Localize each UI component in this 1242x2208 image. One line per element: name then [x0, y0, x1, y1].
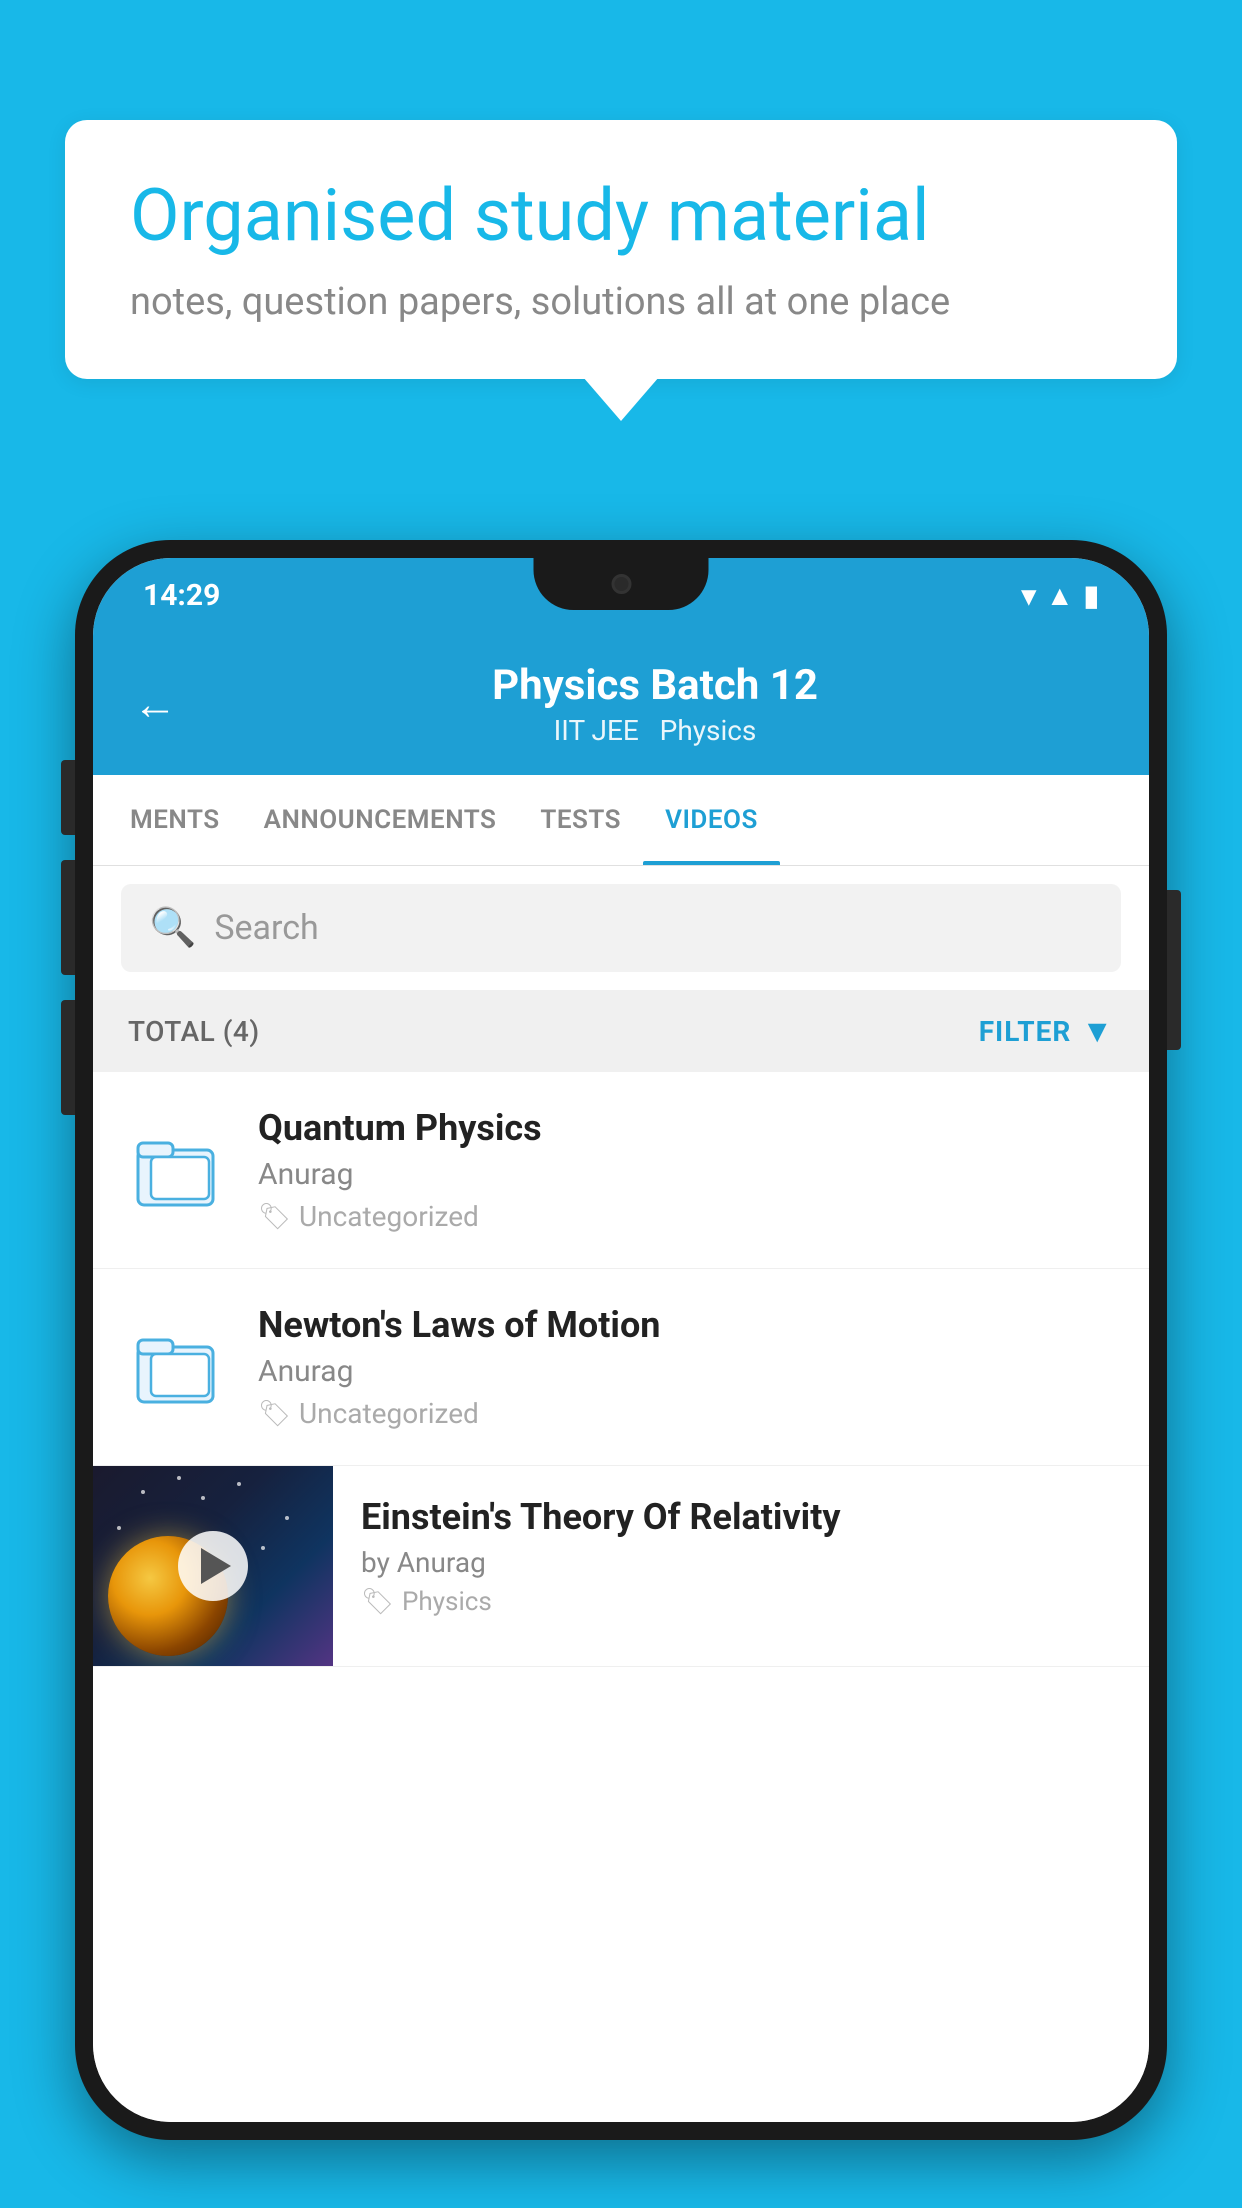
battery-icon: ▮: [1084, 579, 1099, 612]
list-area: Quantum Physics Anurag 🏷 Uncategorized: [93, 1072, 1149, 2122]
filter-label: FILTER: [979, 1015, 1072, 1048]
folder-icon: [133, 1322, 223, 1412]
folder-icon: [133, 1125, 223, 1215]
list-item-video[interactable]: Einstein's Theory Of Relativity by Anura…: [93, 1466, 1149, 1667]
video-thumbnail: [93, 1466, 333, 1666]
filter-icon: ▼: [1081, 1012, 1114, 1050]
tag-icon: 🏷: [361, 1587, 394, 1617]
search-input-wrapper[interactable]: 🔍 Search: [121, 884, 1121, 972]
speech-bubble-title: Organised study material: [130, 175, 1112, 258]
tag-label: Uncategorized: [299, 1200, 479, 1233]
header-center: Physics Batch 12 IIT JEE Physics: [201, 661, 1109, 747]
status-icons: ▾ ▲ ▮: [1022, 579, 1099, 612]
video-tag: 🏷 Physics: [361, 1587, 1121, 1617]
tabs-bar: MENTS ANNOUNCEMENTS TESTS VIDEOS: [93, 775, 1149, 866]
phone-btn-power: [1167, 890, 1181, 1050]
tab-announcements[interactable]: ANNOUNCEMENTS: [242, 775, 519, 865]
item-tag: 🏷 Uncategorized: [258, 1397, 1114, 1430]
signal-icon: ▲: [1046, 579, 1074, 612]
search-icon: 🔍: [149, 906, 196, 950]
speech-bubble-area: Organised study material notes, question…: [65, 120, 1177, 379]
video-info: Einstein's Theory Of Relativity by Anura…: [333, 1466, 1149, 1647]
notch-area: 14:29 ▾ ▲ ▮: [93, 558, 1149, 633]
tab-tests[interactable]: TESTS: [518, 775, 643, 865]
item-info: Quantum Physics Anurag 🏷 Uncategorized: [258, 1107, 1114, 1233]
phone-btn-volume-down: [61, 860, 75, 975]
tab-videos[interactable]: VIDEOS: [643, 775, 780, 865]
search-bar-area: 🔍 Search: [93, 866, 1149, 990]
video-author: by Anurag: [361, 1546, 1121, 1579]
item-title: Newton's Laws of Motion: [258, 1304, 1114, 1346]
header-subtitle-iit: IIT JEE: [554, 714, 639, 747]
tag-label: Uncategorized: [299, 1397, 479, 1430]
filter-bar: TOTAL (4) FILTER ▼: [93, 990, 1149, 1072]
phone-btn-camera: [61, 1000, 75, 1115]
list-item[interactable]: Newton's Laws of Motion Anurag 🏷 Uncateg…: [93, 1269, 1149, 1466]
back-button[interactable]: ←: [133, 678, 177, 730]
item-title: Quantum Physics: [258, 1107, 1114, 1149]
item-icon-area: [128, 1120, 228, 1220]
status-time: 14:29: [143, 578, 220, 613]
video-title: Einstein's Theory Of Relativity: [361, 1496, 1121, 1538]
play-button[interactable]: [178, 1531, 248, 1601]
item-info: Newton's Laws of Motion Anurag 🏷 Uncateg…: [258, 1304, 1114, 1430]
item-author: Anurag: [258, 1354, 1114, 1389]
phone-outer: 14:29 ▾ ▲ ▮ ← Physics Batch 12 II: [75, 540, 1167, 2140]
tab-ments[interactable]: MENTS: [108, 775, 242, 865]
list-item[interactable]: Quantum Physics Anurag 🏷 Uncategorized: [93, 1072, 1149, 1269]
header-title: Physics Batch 12: [201, 661, 1109, 710]
item-author: Anurag: [258, 1157, 1114, 1192]
speech-bubble-subtitle: notes, question papers, solutions all at…: [130, 280, 1112, 324]
item-tag: 🏷 Uncategorized: [258, 1200, 1114, 1233]
header-subtitle: IIT JEE Physics: [201, 714, 1109, 747]
status-bar: 14:29 ▾ ▲ ▮: [93, 558, 1149, 633]
header-subtitle-physics: Physics: [660, 714, 757, 747]
search-placeholder: Search: [214, 908, 318, 948]
app-content: ← Physics Batch 12 IIT JEE Physics MENTS…: [93, 633, 1149, 2122]
tag-icon: 🏷: [258, 1202, 291, 1232]
phone-btn-volume-up: [61, 760, 75, 835]
tag-icon: 🏷: [258, 1399, 291, 1429]
item-icon-area: [128, 1317, 228, 1417]
filter-button[interactable]: FILTER ▼: [979, 1012, 1114, 1050]
total-count-label: TOTAL (4): [128, 1015, 260, 1048]
phone-inner: 14:29 ▾ ▲ ▮ ← Physics Batch 12 II: [93, 558, 1149, 2122]
app-header: ← Physics Batch 12 IIT JEE Physics: [93, 633, 1149, 775]
phone-wrapper: 14:29 ▾ ▲ ▮ ← Physics Batch 12 II: [75, 540, 1167, 2208]
speech-bubble: Organised study material notes, question…: [65, 120, 1177, 379]
tag-label: Physics: [402, 1587, 492, 1617]
play-triangle-icon: [201, 1548, 231, 1584]
wifi-icon: ▾: [1022, 579, 1036, 612]
